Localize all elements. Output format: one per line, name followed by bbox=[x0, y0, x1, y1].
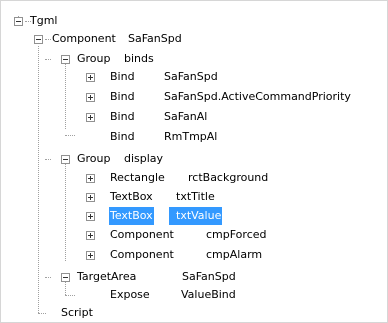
node-type: Group bbox=[77, 52, 111, 65]
node-type: Bind bbox=[110, 90, 135, 103]
node-label: Tgml bbox=[30, 14, 58, 27]
tree-line bbox=[45, 39, 51, 40]
tree-line bbox=[38, 46, 39, 313]
node-type: Bind bbox=[110, 130, 135, 143]
collapse-toggle-icon[interactable] bbox=[61, 55, 70, 64]
node-type: Bind bbox=[110, 110, 135, 123]
node-type: Rectangle bbox=[110, 171, 165, 184]
collapse-toggle-icon[interactable] bbox=[61, 273, 70, 282]
node-name: txtValue bbox=[169, 207, 223, 225]
tgml-tree-view[interactable]: Tgml Component SaFanSpd Group binds Bind… bbox=[0, 0, 388, 323]
tree-line bbox=[38, 313, 46, 314]
node-name: SaFanSpd bbox=[128, 32, 182, 45]
collapse-toggle-icon[interactable] bbox=[34, 35, 43, 44]
expand-toggle-icon[interactable] bbox=[86, 93, 95, 102]
node-name: txtTitle bbox=[176, 190, 215, 203]
node-name: RmTmpAl bbox=[164, 130, 218, 143]
collapse-toggle-icon[interactable] bbox=[61, 155, 70, 164]
expand-toggle-icon[interactable] bbox=[86, 231, 95, 240]
expand-toggle-icon[interactable] bbox=[86, 193, 95, 202]
tree-line bbox=[65, 135, 75, 136]
node-name: ValueBind bbox=[181, 288, 236, 301]
node-name: rctBackground bbox=[188, 171, 269, 184]
node-name: display bbox=[124, 152, 164, 165]
node-name: cmpForced bbox=[206, 228, 267, 241]
node-type: TextBox bbox=[110, 190, 153, 203]
tree-line bbox=[65, 295, 75, 296]
expand-toggle-icon[interactable] bbox=[86, 174, 95, 183]
node-type: TargetArea bbox=[77, 270, 137, 283]
expand-toggle-icon[interactable] bbox=[86, 212, 95, 221]
node-type: Bind bbox=[110, 70, 135, 83]
tree-line bbox=[65, 160, 66, 261]
node-name: SaFanSpd.ActiveCommandPriority bbox=[164, 90, 351, 103]
node-type: Component bbox=[52, 32, 116, 45]
node-name: SaFanSpd bbox=[182, 270, 236, 283]
tree-line bbox=[65, 282, 66, 295]
node-type: Component bbox=[110, 228, 174, 241]
expand-toggle-icon[interactable] bbox=[86, 73, 95, 82]
tree-line bbox=[45, 59, 51, 60]
node-name: binds bbox=[124, 52, 154, 65]
node-type: Script bbox=[61, 306, 93, 319]
tree-line bbox=[65, 64, 66, 129]
node-type: Expose bbox=[110, 288, 150, 301]
node-type: Component bbox=[110, 248, 174, 261]
tree-line bbox=[45, 159, 51, 160]
collapse-toggle-icon[interactable] bbox=[14, 17, 23, 26]
node-name: cmpAlarm bbox=[206, 248, 263, 261]
expand-toggle-icon[interactable] bbox=[86, 113, 95, 122]
tree-line bbox=[45, 277, 51, 278]
node-type: Group bbox=[77, 152, 111, 165]
expand-toggle-icon[interactable] bbox=[86, 251, 95, 260]
node-type: TextBox bbox=[109, 207, 154, 225]
node-name: SaFanAl bbox=[164, 110, 208, 123]
node-name: SaFanSpd bbox=[164, 70, 218, 83]
